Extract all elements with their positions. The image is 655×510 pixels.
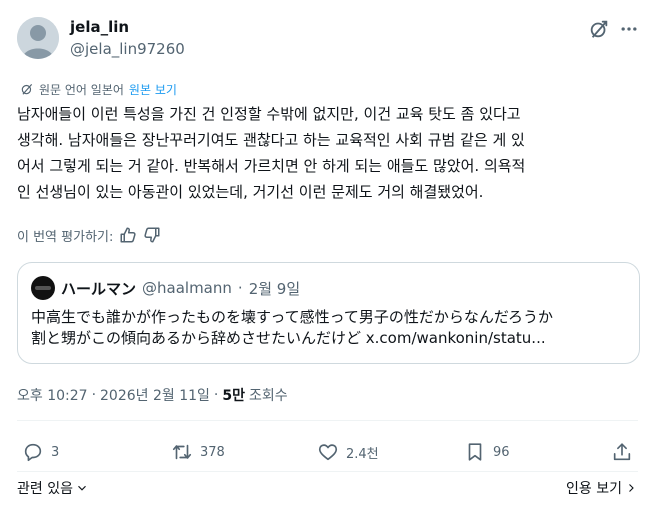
translation-source-label: 원문 언어 일본어	[39, 82, 124, 97]
view-quotes-label: 인용 보기	[566, 481, 622, 497]
repost-button[interactable]: 378	[171, 441, 225, 463]
timestamp-separator: ·	[91, 387, 97, 403]
divider	[17, 420, 638, 421]
repost-icon	[172, 444, 192, 460]
quoted-tweet-card[interactable]: ハールマン @haalmann · 2월 9일 中高生でも誰かが作ったものを壊す…	[17, 262, 640, 364]
tweet-text-line: 생각해. 남자애들은 장난꾸러기여도 괜찮다고 하는 교육적인 사회 규범 같은…	[17, 131, 525, 149]
quoted-meta-separator: ·	[237, 279, 243, 297]
timestamp-separator: ·	[213, 387, 219, 403]
bookmark-icon	[468, 443, 482, 461]
show-original-link[interactable]: 원본 보기	[129, 81, 177, 98]
share-icon	[613, 443, 631, 461]
bookmark-count: 96	[493, 444, 510, 460]
tweet-text: 남자애들이 이런 특성을 가진 건 인정할 수밖에 없지만, 이건 교육 탓도 …	[17, 101, 642, 205]
tweet-text-line: 인 선생님이 있는 아동관이 있었는데, 거기선 이런 문제도 거의 해결됐었어…	[17, 183, 484, 201]
chevron-down-icon	[78, 485, 86, 491]
heart-icon	[318, 444, 338, 461]
thumbs-up-icon[interactable]	[119, 226, 137, 244]
tweet-time[interactable]: 오후 10:27	[17, 385, 88, 405]
repost-count: 378	[200, 444, 225, 460]
tweet-timestamp-row: 오후 10:27 · 2026년 2월 11일 · 5만 조회수	[17, 385, 288, 405]
reply-button[interactable]: 3	[22, 441, 59, 463]
bookmark-button[interactable]: 96	[464, 441, 510, 463]
quoted-date: 2월 9일	[248, 279, 301, 298]
rate-translation-row: 이 번역 평가하기:	[17, 226, 161, 245]
reply-count: 3	[51, 444, 60, 460]
tweet-text-line: 어서 그렇게 되는 거 같아. 반복해서 가르치면 안 하게 되는 애들도 많았…	[17, 157, 526, 175]
like-button[interactable]: 2.4천	[317, 441, 379, 463]
quoted-text-line: 割と甥がこの傾向あるから辞めさせたいんだけど x.com/wankonin/st…	[31, 329, 546, 347]
rate-translation-label: 이 번역 평가하기:	[17, 229, 114, 245]
quoted-text-line: 中高生でも誰かが作ったものを壊すって感性って男子の性だからなんだろうか	[31, 308, 554, 326]
default-avatar-icon	[17, 17, 59, 59]
views-count: 5만	[222, 388, 245, 404]
related-dropdown[interactable]: 관련 있음	[17, 478, 89, 498]
related-label: 관련 있음	[17, 481, 73, 497]
thumbs-down-icon[interactable]	[143, 226, 161, 244]
share-button[interactable]	[611, 441, 633, 463]
translation-notice: 원문 언어 일본어 원본 보기	[20, 80, 177, 98]
quoted-tweet-text: 中高生でも誰かが作ったものを壊すって感性って男子の性だからなんだろうか 割と甥が…	[31, 307, 626, 349]
quoted-tweet-header: ハールマン @haalmann · 2월 9일	[31, 276, 301, 300]
grok-slash-icon[interactable]	[587, 17, 611, 41]
author-display-name[interactable]: jela_lin	[70, 18, 129, 36]
more-icon[interactable]	[617, 17, 641, 41]
translate-icon	[21, 83, 33, 95]
author-handle[interactable]: @jela_lin97260	[70, 40, 185, 58]
views-label: 조회수	[249, 388, 288, 404]
tweet-date[interactable]: 2026년 2월 11일	[100, 385, 210, 405]
author-avatar[interactable]	[17, 17, 59, 59]
view-quotes-link[interactable]: 인용 보기	[566, 478, 637, 498]
chevron-right-icon	[629, 484, 634, 492]
quoted-author-avatar	[31, 276, 55, 300]
quoted-author-handle: @haalmann	[142, 279, 232, 297]
divider	[17, 471, 638, 472]
like-count: 2.4천	[346, 446, 379, 462]
quoted-author-name: ハールマン	[61, 279, 137, 298]
tweet-text-line: 남자애들이 이런 특성을 가진 건 인정할 수밖에 없지만, 이건 교육 탓도 …	[17, 105, 521, 123]
reply-icon	[24, 443, 42, 462]
